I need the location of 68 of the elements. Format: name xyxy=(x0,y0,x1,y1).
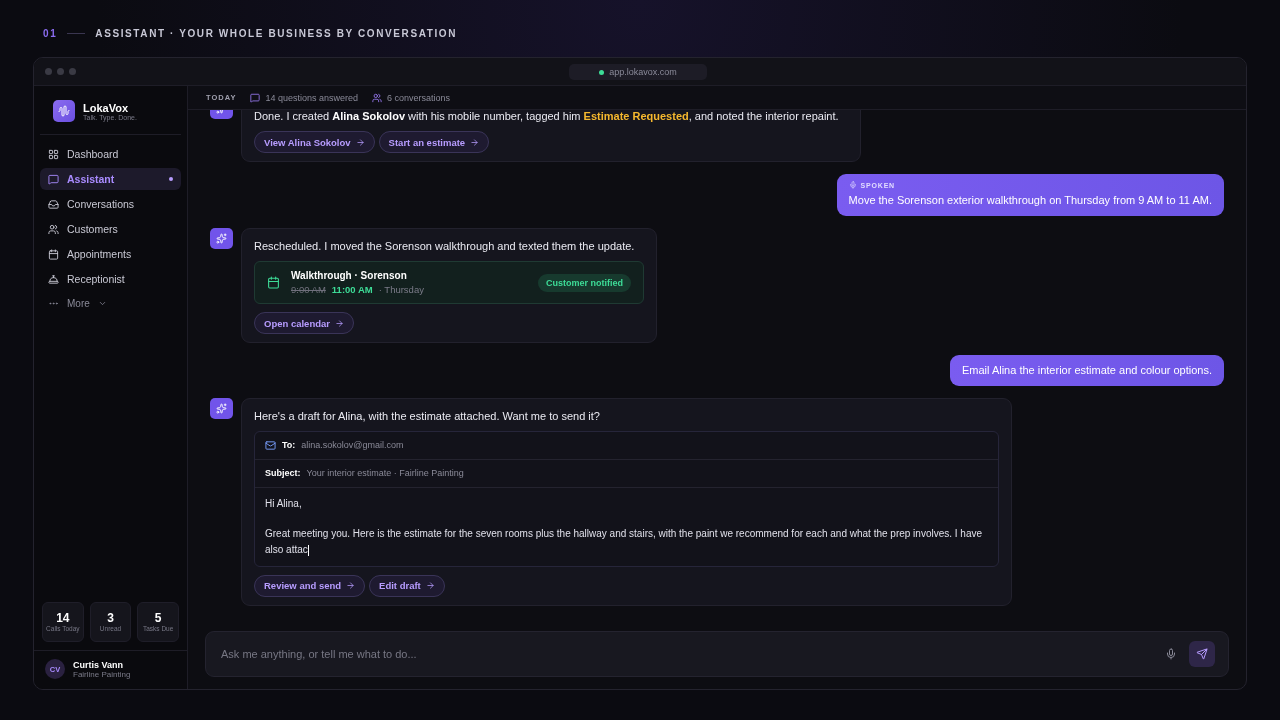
chat-icon xyxy=(48,173,59,185)
action-button[interactable]: Start an estimate xyxy=(378,131,490,154)
sparkle-avatar-icon xyxy=(210,397,233,419)
window-dot xyxy=(57,68,64,75)
message-input[interactable]: Ask me anything, or tell me what to do... xyxy=(219,647,1153,661)
composer-field[interactable]: Ask me anything, or tell me what to do... xyxy=(205,631,1229,677)
message-text: Move the Sorenson exterior walkthrough on Thursday from 9 AM to 11 AM. xyxy=(848,193,1212,209)
people-icon xyxy=(372,92,382,103)
grid-icon xyxy=(48,148,59,160)
mic-icon xyxy=(848,181,857,190)
email-subject: Your interior estimate · Fairline Painting xyxy=(306,468,464,479)
text-cursor xyxy=(307,544,309,556)
new-time: 11:00 AM xyxy=(331,284,373,296)
chat-icon xyxy=(250,92,261,103)
appointment-day: · Thursday xyxy=(378,284,424,296)
nav-item[interactable]: Dashboard xyxy=(40,143,181,165)
logo-icon xyxy=(53,100,75,122)
subject-label: Subject: xyxy=(265,468,301,479)
stat-value: 5 xyxy=(154,611,162,626)
people-icon xyxy=(48,223,59,235)
message-text: Rescheduled. I moved the Sorenson walkthrough and texted them the update. xyxy=(254,238,636,254)
bell-icon xyxy=(48,273,59,285)
message-text: Here's a draft for Alina, with the estimate attached. Want me to send it? xyxy=(254,408,601,423)
to-label: To: xyxy=(282,440,296,451)
user-name: Curtis Vann xyxy=(73,659,124,670)
secure-dot-icon xyxy=(599,69,605,75)
more-menu[interactable]: More xyxy=(40,293,181,313)
nav-item[interactable]: Appointments xyxy=(40,243,181,265)
arrow-icon xyxy=(425,581,435,591)
arrow-icon xyxy=(355,137,365,147)
mic-icon[interactable] xyxy=(1165,648,1177,660)
header-stat: 6 conversations xyxy=(387,92,451,103)
arrow-icon xyxy=(335,318,344,328)
action-button[interactable]: Edit draft xyxy=(369,574,445,597)
message-text: Done. I created Alina Sokolov with his mobile number, tagged him Estimate Requested, and noted the interior repaint. xyxy=(254,109,840,124)
calendar-icon xyxy=(48,248,59,260)
old-time: 9:00 AM xyxy=(291,284,326,296)
nav-item[interactable]: Assistant xyxy=(40,168,181,190)
status-badge: Customer notified xyxy=(538,273,631,292)
send-button[interactable] xyxy=(1189,641,1215,667)
arrow-icon xyxy=(470,137,480,147)
sparkle-avatar-icon xyxy=(210,227,233,249)
header-stat: 14 questions answered xyxy=(265,92,358,103)
brand-name: LokaVox xyxy=(83,101,130,114)
user-company: Fairline Painting xyxy=(73,669,131,679)
email-address: alina.sokolov@gmail.com xyxy=(301,440,404,451)
section-title: ASSISTANT · YOUR WHOLE BUSINESS BY CONVERSATION xyxy=(95,28,458,39)
action-button[interactable]: Open calendar xyxy=(254,312,354,335)
nav-item[interactable]: Customers xyxy=(40,218,181,240)
nav-item[interactable]: Receptionist xyxy=(40,268,181,290)
url-bar[interactable]: app.lokavox.com xyxy=(569,64,707,80)
mail-icon xyxy=(265,439,276,451)
email-paragraph: Hi Alina, xyxy=(265,496,303,511)
stat-value: 14 xyxy=(56,611,70,626)
message-text: Email Alina the interior estimate and colour options. xyxy=(961,363,1212,379)
appointment-title: Walkthrough · Sorenson xyxy=(291,270,408,282)
action-button[interactable]: View Alina Sokolov xyxy=(254,131,375,154)
email-paragraph: Great meeting you. Here is the estimate for the seven rooms plus the hallway and stairs, with the paint we recommend for each and what the prep involves. I have also attac xyxy=(265,526,984,558)
arrow-icon xyxy=(346,581,356,591)
inbox-icon xyxy=(48,198,59,210)
window-dot xyxy=(69,68,76,75)
stat-value: 3 xyxy=(107,611,114,626)
nav-item[interactable]: Conversations xyxy=(40,193,181,215)
action-button[interactable]: Review and send xyxy=(254,574,366,597)
send-icon xyxy=(1196,648,1208,660)
calendar-icon xyxy=(267,276,280,290)
window-dot xyxy=(45,68,52,75)
section-number: 01 xyxy=(43,28,58,39)
